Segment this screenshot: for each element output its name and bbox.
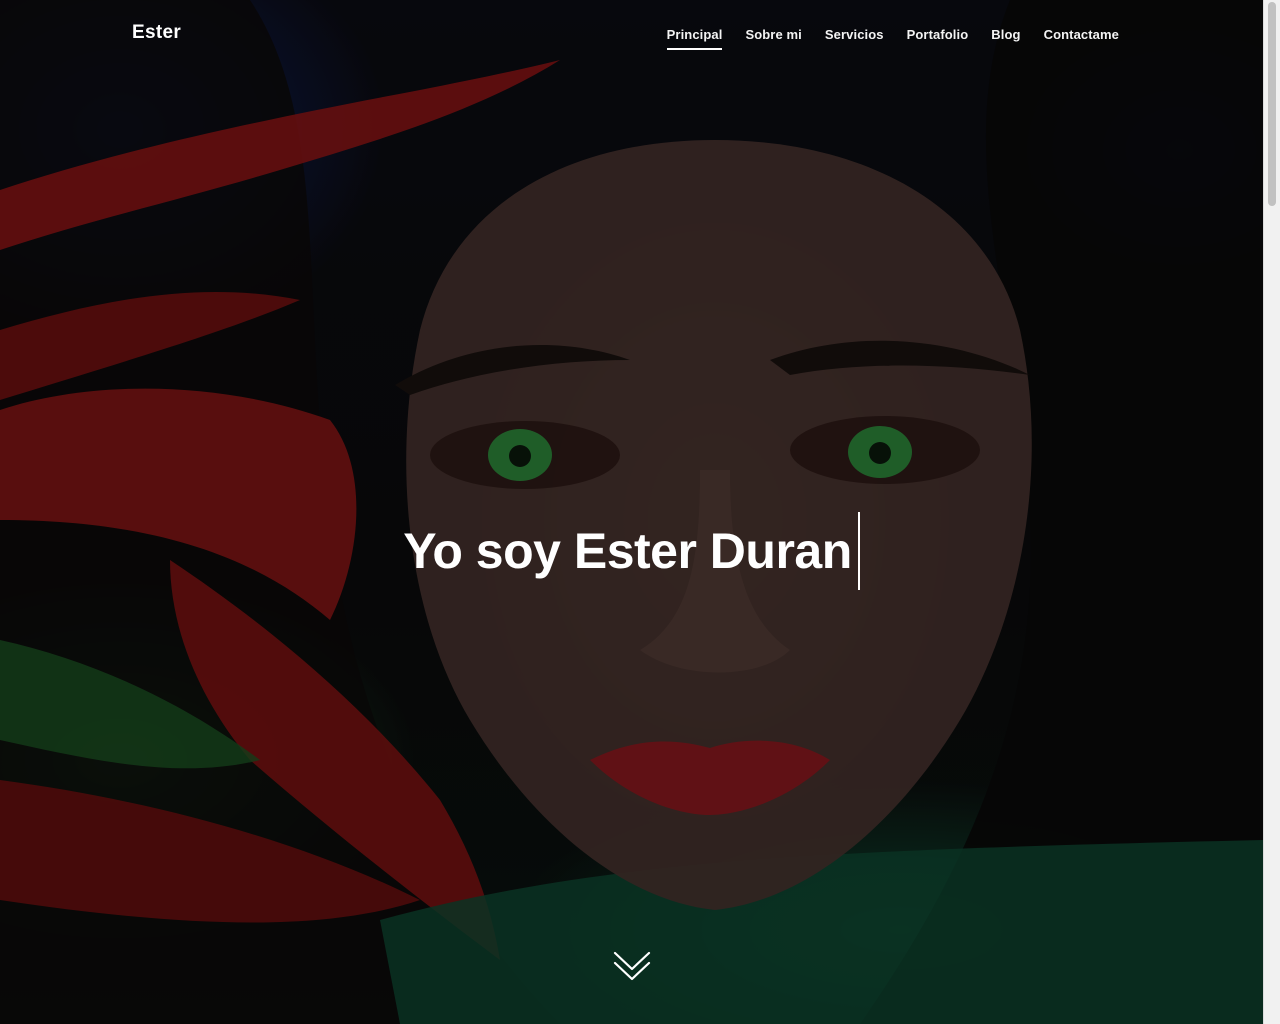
nav-link-principal[interactable]: Principal xyxy=(666,27,723,50)
site-header: Ester Principal Sobre mi Servicios Porta… xyxy=(0,0,1263,70)
hero-section: Ester Principal Sobre mi Servicios Porta… xyxy=(0,0,1263,1024)
hero-headline-text: Yo soy Ester Duran xyxy=(403,523,852,579)
typing-cursor xyxy=(857,512,860,590)
double-chevron-down-icon xyxy=(613,951,651,981)
scroll-down-button[interactable] xyxy=(613,950,651,982)
vertical-scrollbar[interactable] xyxy=(1263,0,1280,1024)
scrollbar-thumb[interactable] xyxy=(1268,2,1276,206)
site-logo[interactable]: Ester xyxy=(132,22,181,44)
main-nav: Principal Sobre mi Servicios Portafolio … xyxy=(666,27,1119,50)
page: Ester Principal Sobre mi Servicios Porta… xyxy=(0,0,1280,1024)
nav-link-contactame[interactable]: Contactame xyxy=(1044,27,1119,42)
nav-link-blog[interactable]: Blog xyxy=(991,27,1020,42)
hero-headline: Yo soy Ester Duran xyxy=(0,512,1263,590)
nav-link-portafolio[interactable]: Portafolio xyxy=(907,27,969,42)
nav-link-sobre-mi[interactable]: Sobre mi xyxy=(745,27,801,42)
nav-link-servicios[interactable]: Servicios xyxy=(825,27,884,42)
